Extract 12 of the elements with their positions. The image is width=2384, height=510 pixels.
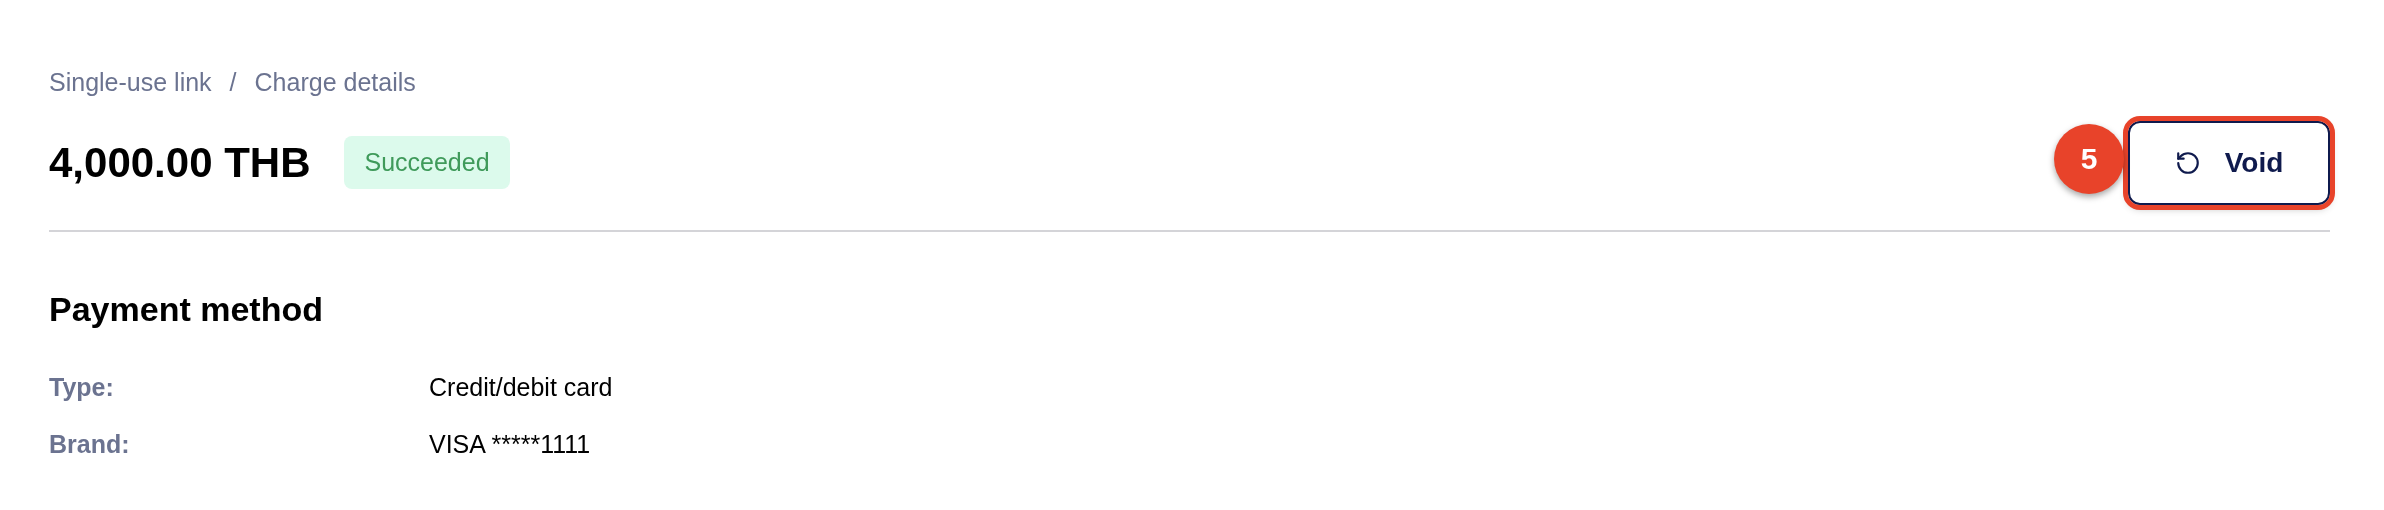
- breadcrumb-current: Charge details: [254, 67, 416, 98]
- field-label: Type:: [49, 371, 115, 403]
- breadcrumb-link[interactable]: Single-use link: [49, 64, 212, 102]
- undo-icon: [2174, 149, 2201, 176]
- breadcrumb-separator: /: [229, 67, 237, 98]
- charge-amount: 4,000.00 THB: [49, 138, 311, 188]
- field-label: Brand:: [49, 429, 131, 460]
- field-value: Credit/debit card: [429, 371, 613, 403]
- field-value: VISA *****1111: [429, 429, 591, 460]
- section-title: Payment method: [49, 288, 324, 330]
- status-badge: Succeeded: [344, 135, 510, 190]
- step-marker: 5: [2054, 123, 2124, 194]
